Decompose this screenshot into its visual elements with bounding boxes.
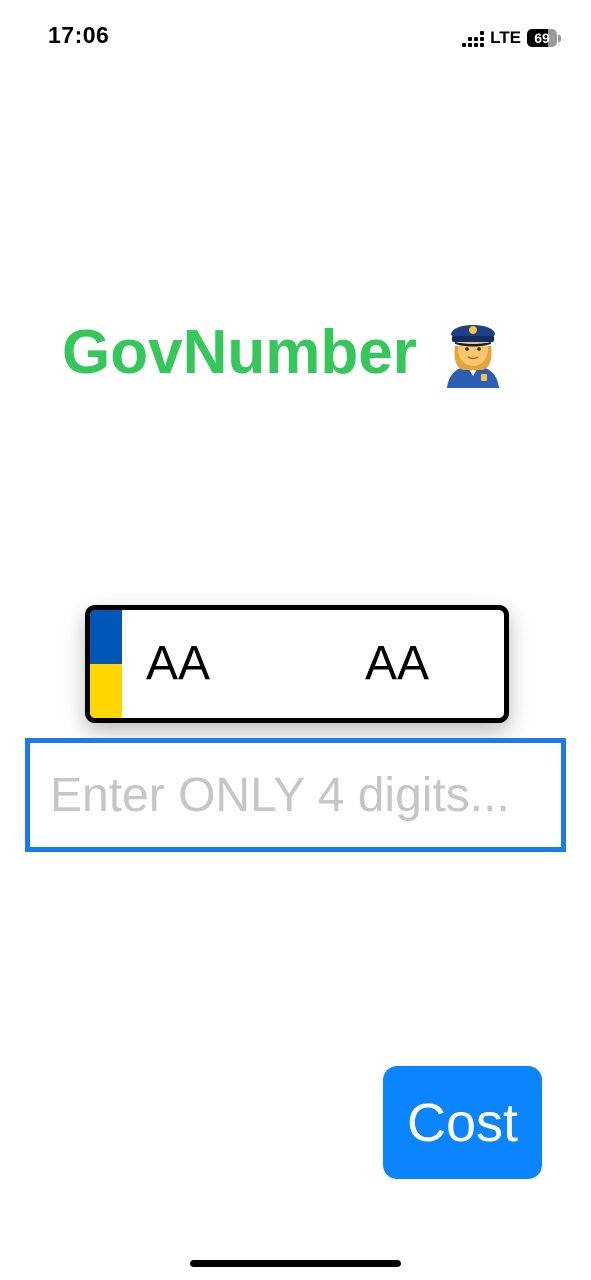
battery-icon: 69	[527, 29, 561, 47]
status-bar: 17:06 LTE 69	[0, 0, 591, 76]
plate-region-letters: AA	[146, 637, 211, 690]
home-indicator[interactable]	[190, 1260, 401, 1267]
digits-input[interactable]	[25, 738, 566, 852]
app-title: GovNumber	[62, 317, 417, 387]
network-type-label: LTE	[490, 28, 521, 47]
cost-button[interactable]: Cost	[383, 1066, 542, 1179]
signal-icon	[462, 30, 485, 47]
status-time: 17:06	[48, 22, 110, 48]
title-row: GovNumber	[62, 312, 505, 392]
status-indicators: LTE 69	[462, 26, 561, 50]
battery-level: 69	[534, 30, 550, 46]
license-plate: AA AA	[85, 605, 509, 723]
ukraine-flag-strip	[90, 610, 122, 718]
police-officer-icon	[441, 316, 505, 388]
plate-series-letters: AA	[365, 637, 430, 690]
